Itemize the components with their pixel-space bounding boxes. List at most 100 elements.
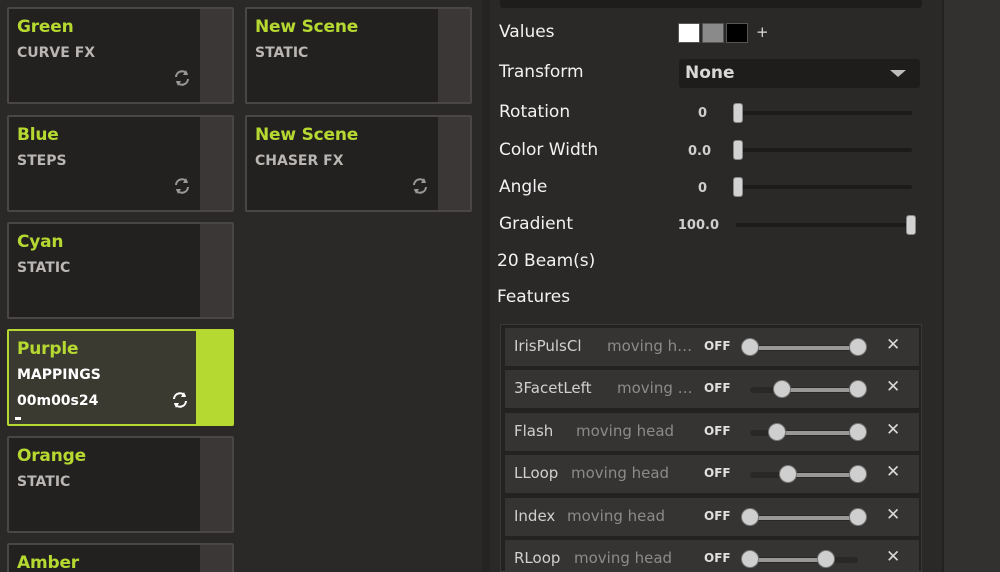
scene-tile[interactable]: Green CURVE FX <box>7 7 234 104</box>
feature-state[interactable]: OFF <box>704 339 731 353</box>
transform-dropdown[interactable]: None <box>679 59 920 88</box>
scene-tile[interactable]: Orange STATIC <box>7 436 234 533</box>
rotation-label: Rotation <box>499 102 571 122</box>
scene-tile-handle[interactable] <box>438 117 470 210</box>
color-width-label: Color Width <box>499 140 599 160</box>
features-list: IrisPulsCl moving he... OFF ✕ 3FacetLeft movi… <box>500 324 922 572</box>
remove-feature-icon[interactable]: ✕ <box>886 547 900 567</box>
feature-type: moving he... <box>607 337 697 355</box>
remove-feature-icon[interactable]: ✕ <box>886 505 900 525</box>
feature-row[interactable]: IrisPulsCl moving he... OFF ✕ <box>505 328 919 366</box>
scene-tile-active[interactable]: Purple MAPPINGS 00m00s24 <box>7 329 234 426</box>
color-width-slider-thumb[interactable] <box>733 140 743 160</box>
scene-tile-handle[interactable] <box>200 545 232 572</box>
loop-icon[interactable] <box>172 176 192 196</box>
feature-type: moving head <box>571 464 670 483</box>
feature-type: moving h... <box>617 379 697 398</box>
angle-slider-track[interactable] <box>736 185 912 189</box>
panel-top-field[interactable] <box>500 0 922 8</box>
scene-name: Purple <box>17 339 79 359</box>
scene-tile[interactable]: Blue STEPS <box>7 115 234 212</box>
remove-feature-icon[interactable]: ✕ <box>886 377 900 397</box>
feature-row[interactable]: Index moving head OFF ✕ <box>505 497 919 536</box>
scene-name: New Scene <box>255 17 359 37</box>
scene-name: Amber <box>17 553 79 572</box>
scene-list: Green CURVE FX New Scene STATIC Blue STE… <box>0 0 482 572</box>
scene-tile-handle[interactable] <box>438 9 470 102</box>
feature-range-low-knob[interactable] <box>741 507 759 526</box>
feature-range-low-knob[interactable] <box>778 465 797 484</box>
feature-type: moving head <box>567 506 666 525</box>
add-color-button[interactable]: + <box>756 23 769 41</box>
scene-tile-handle[interactable] <box>200 117 232 210</box>
angle-label: Angle <box>499 177 548 197</box>
scene-tile-handle[interactable] <box>200 438 232 531</box>
scene-tile[interactable]: Amber <box>7 543 234 572</box>
color-swatch-white[interactable] <box>678 23 700 43</box>
feature-row[interactable]: LLoop moving head OFF ✕ <box>505 455 919 494</box>
feature-range-high-knob[interactable] <box>849 507 867 526</box>
feature-range-high-knob[interactable] <box>849 338 867 356</box>
loop-icon[interactable] <box>170 390 190 410</box>
feature-range-low-knob[interactable] <box>741 550 759 568</box>
scene-name: Blue <box>17 125 59 145</box>
scene-tile[interactable]: Cyan STATIC <box>7 222 234 319</box>
rotation-slider-track[interactable] <box>736 111 912 115</box>
scene-type: CHASER FX <box>255 153 344 169</box>
rotation-slider-thumb[interactable] <box>733 103 743 123</box>
feature-range-high-knob[interactable] <box>849 465 867 484</box>
feature-state[interactable]: OFF <box>704 551 731 565</box>
scene-name: New Scene <box>255 125 359 145</box>
feature-range-high-knob[interactable] <box>849 380 867 399</box>
remove-feature-icon[interactable]: ✕ <box>886 420 900 440</box>
chevron-down-icon <box>890 70 906 77</box>
color-width-slider-track[interactable] <box>736 148 912 152</box>
feature-state[interactable]: OFF <box>704 509 731 523</box>
right-side-strip <box>942 0 1000 572</box>
loop-icon[interactable] <box>172 68 192 88</box>
feature-row[interactable]: RLoop moving head OFF ✕ <box>505 540 919 572</box>
scene-tile-handle[interactable] <box>200 9 232 102</box>
remove-feature-icon[interactable]: ✕ <box>886 335 900 355</box>
feature-name: RLoop <box>514 549 561 567</box>
feature-range-fill <box>750 558 826 562</box>
feature-range-high-knob[interactable] <box>849 422 867 441</box>
feature-state[interactable]: OFF <box>704 381 731 395</box>
transform-label: Transform <box>499 62 584 82</box>
feature-range-low-knob[interactable] <box>768 422 786 441</box>
gradient-slider-thumb[interactable] <box>906 215 916 235</box>
feature-range-fill <box>782 388 858 393</box>
feature-row[interactable]: 3FacetLeft moving h... OFF ✕ <box>505 370 919 409</box>
scene-name: Green <box>17 17 74 37</box>
color-swatch-gray[interactable] <box>702 23 724 43</box>
gradient-slider-track[interactable] <box>736 223 912 227</box>
color-swatch-black[interactable] <box>726 23 748 43</box>
scene-type: STATIC <box>255 45 309 61</box>
scene-type: CURVE FX <box>17 45 96 61</box>
angle-value: 0 <box>697 181 707 196</box>
feature-range-low-knob[interactable] <box>773 380 792 399</box>
loop-icon[interactable] <box>410 176 430 196</box>
color-width-value: 0.0 <box>687 144 711 159</box>
scene-type: STATIC <box>17 260 71 276</box>
scene-type: STATIC <box>17 474 71 490</box>
scene-elapsed-time: 00m00s24 <box>17 393 99 409</box>
scene-progress-bar <box>15 417 21 420</box>
feature-state[interactable]: OFF <box>704 424 731 438</box>
feature-row[interactable]: Flash moving head OFF ✕ <box>505 412 919 451</box>
scene-tile[interactable]: New Scene CHASER FX <box>245 115 472 212</box>
remove-feature-icon[interactable]: ✕ <box>886 462 900 482</box>
angle-slider-thumb[interactable] <box>733 177 743 197</box>
scene-tile-handle[interactable] <box>200 224 232 317</box>
feature-state[interactable]: OFF <box>704 466 731 480</box>
app-window: Green CURVE FX New Scene STATIC Blue STE… <box>0 0 1000 572</box>
panel-divider[interactable] <box>482 0 490 572</box>
scene-tile[interactable]: New Scene STATIC <box>245 7 472 104</box>
scene-tile-handle[interactable] <box>196 331 232 424</box>
features-label: Features <box>497 287 571 307</box>
feature-range-low-knob[interactable] <box>741 338 759 356</box>
feature-range-high-knob[interactable] <box>816 550 835 568</box>
feature-name: IrisPulsCl <box>514 337 582 355</box>
feature-name: Flash <box>514 421 554 440</box>
feature-range-fill <box>750 346 858 350</box>
